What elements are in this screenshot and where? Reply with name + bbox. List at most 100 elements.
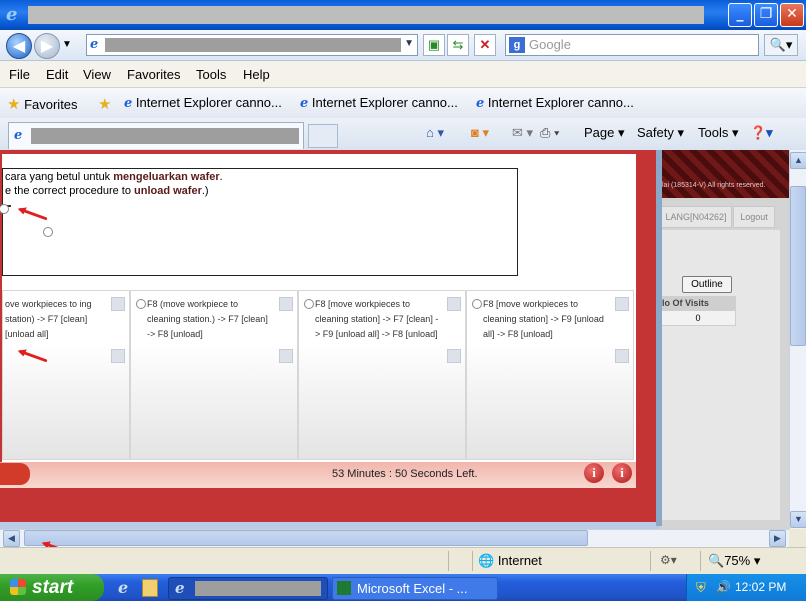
zoom-icon: 🔍 — [708, 553, 725, 568]
info-icon[interactable]: i — [584, 463, 604, 483]
status-divider — [472, 551, 473, 571]
address-dropdown-icon[interactable]: ▼ — [404, 38, 414, 49]
option-radio[interactable] — [472, 299, 482, 309]
help-info-icon[interactable]: i — [612, 463, 632, 483]
feeds-icon[interactable]: ◙ ▾ — [471, 125, 489, 141]
previous-button[interactable] — [0, 463, 30, 485]
close-button[interactable]: ✕ — [780, 3, 804, 27]
print-icon[interactable]: ⎙ ▾ — [540, 125, 559, 141]
vertical-scroll-thumb[interactable] — [790, 186, 806, 346]
clock: 12:02 PM — [735, 580, 787, 594]
favorite-link-1[interactable]: e Internet Explorer canno... — [124, 95, 282, 111]
search-button[interactable]: 🔍▾ — [764, 34, 798, 56]
tab-current[interactable]: e — [8, 122, 304, 149]
globe-icon: 🌐 — [478, 553, 495, 568]
tools-menu[interactable]: Tools ▾ — [698, 125, 739, 141]
refresh-icon[interactable]: ⇆ — [447, 34, 469, 56]
option-checkbox[interactable] — [111, 297, 125, 311]
search-input[interactable]: g Google — [505, 34, 759, 56]
redacted-tab-title — [31, 128, 299, 144]
ie-page-icon: e — [300, 96, 309, 111]
answer-option-4[interactable]: F8 [move workpieces to cleaning station]… — [466, 290, 634, 460]
menu-file[interactable]: File — [9, 67, 30, 82]
menu-help[interactable]: Help — [243, 67, 270, 82]
new-tab-button[interactable] — [308, 124, 338, 148]
compatibility-icon[interactable]: ▣ — [423, 34, 445, 56]
menu-view[interactable]: View — [83, 67, 111, 82]
tray-shield-icon[interactable]: ⛨ — [696, 580, 706, 596]
option-checkbox[interactable] — [279, 297, 293, 311]
security-zone[interactable]: 🌐 Internet — [478, 553, 542, 569]
help-icon[interactable]: ❓▾ — [750, 125, 773, 141]
back-button[interactable]: ◀ — [6, 33, 32, 59]
option-radio[interactable] — [304, 299, 314, 309]
page-menu[interactable]: Page ▾ — [584, 125, 625, 141]
quicklaunch-folder-icon[interactable] — [142, 579, 158, 597]
answer-option-2[interactable]: F8 (move workpiece to cleaning station.)… — [130, 290, 298, 460]
excel-task-label: Microsoft Excel - ... — [357, 581, 468, 596]
option-checkbox[interactable] — [615, 297, 629, 311]
horizontal-scroll-thumb[interactable] — [24, 530, 588, 546]
exam-popup: cara yang betul untuk mengeluarkan wafer… — [0, 150, 656, 522]
menu-tools[interactable]: Tools — [196, 67, 226, 82]
time-remaining: 53 Minutes : 50 Seconds Left. — [332, 468, 478, 480]
mail-icon[interactable]: ✉ ▾ — [512, 125, 533, 141]
popup-shadow — [656, 150, 662, 526]
logout-button[interactable]: Logout — [733, 206, 775, 228]
scroll-up-icon[interactable]: ▲ — [790, 152, 806, 169]
home-icon[interactable]: ⌂ ▾ — [426, 125, 444, 141]
answer-option-text: F8 [move workpieces to cleaning station]… — [483, 299, 604, 339]
start-button[interactable]: start — [0, 574, 104, 601]
quicklaunch-ie-icon[interactable]: e — [118, 578, 128, 597]
stop-icon[interactable]: ✕ — [474, 34, 496, 56]
minimize-button[interactable]: _ — [728, 3, 752, 27]
option-checkbox[interactable] — [447, 297, 461, 311]
answer-option-1[interactable]: ove workpieces to ing station) -> F7 [cl… — [2, 290, 130, 460]
favorite-link-3[interactable]: e Internet Explorer canno... — [476, 95, 634, 111]
answer-option-text: F8 (move workpiece to cleaning station.)… — [147, 299, 268, 339]
option-checkbox[interactable] — [615, 349, 629, 363]
taskbar-excel-window[interactable]: Microsoft Excel - ... — [332, 577, 498, 600]
forward-button[interactable]: ▶ — [34, 33, 60, 59]
menu-edit[interactable]: Edit — [46, 67, 68, 82]
scroll-down-icon[interactable]: ▼ — [790, 511, 806, 528]
background-header-image — [660, 150, 789, 198]
recent-pages-dropdown-icon[interactable]: ▼ — [62, 39, 72, 50]
handle-circle[interactable] — [43, 227, 53, 237]
option-radio[interactable] — [136, 299, 146, 309]
option-checkbox[interactable] — [111, 349, 125, 363]
taskbar-ie-window[interactable]: e — [168, 577, 328, 600]
tray-volume-icon[interactable]: 🔊 — [716, 580, 731, 594]
redacted-task-title — [195, 581, 321, 596]
option-checkbox[interactable] — [447, 349, 461, 363]
ie-page-icon: e — [124, 96, 133, 111]
outline-button[interactable]: Outline — [682, 276, 732, 293]
tab-bar: e ⌂ ▾ ◙ ▾ ✉ ▾ ⎙ ▾ Page ▾ Safety ▾ Tools … — [0, 118, 806, 150]
visits-value: 0 — [660, 310, 736, 326]
copyright-text: lai (185314-V) All rights reserved. — [662, 182, 766, 189]
zoom-control[interactable]: 🔍75% ▾ — [708, 553, 760, 569]
start-label: start — [32, 577, 74, 598]
favorites-label: Favorites — [24, 97, 78, 112]
address-input[interactable]: e ▼ — [86, 34, 418, 56]
scroll-right-icon[interactable]: ▶ — [769, 530, 786, 547]
google-icon: g — [509, 37, 525, 53]
option-checkbox[interactable] — [279, 349, 293, 363]
question-box: cara yang betul untuk mengeluarkan wafer… — [0, 168, 518, 276]
answer-option-3[interactable]: F8 [move workpieces to cleaning station]… — [298, 290, 466, 460]
security-zone-label: Internet — [497, 553, 542, 568]
annotation-arrow-icon — [17, 349, 48, 362]
menu-favorites[interactable]: Favorites — [127, 67, 180, 82]
page-ie-icon: e — [90, 37, 99, 52]
add-favorite-icon[interactable]: ★ — [98, 95, 111, 113]
favorite-link-2[interactable]: e Internet Explorer canno... — [300, 95, 458, 111]
maximize-button[interactable]: ❐ — [754, 3, 778, 27]
scroll-left-icon[interactable]: ◀ — [3, 530, 20, 547]
favorites-button[interactable]: ★ Favorites — [7, 95, 78, 113]
safety-menu[interactable]: Safety ▾ — [637, 125, 684, 141]
protected-mode-icon[interactable]: ⚙▾ — [660, 553, 677, 567]
status-bar — [0, 547, 806, 575]
user-tab[interactable]: LANG[N04262] — [660, 206, 732, 228]
window-title-bar[interactable]: e _ ❐ ✕ — [0, 0, 806, 30]
question-line-malay: cara yang betul untuk mengeluarkan wafer… — [5, 171, 223, 183]
